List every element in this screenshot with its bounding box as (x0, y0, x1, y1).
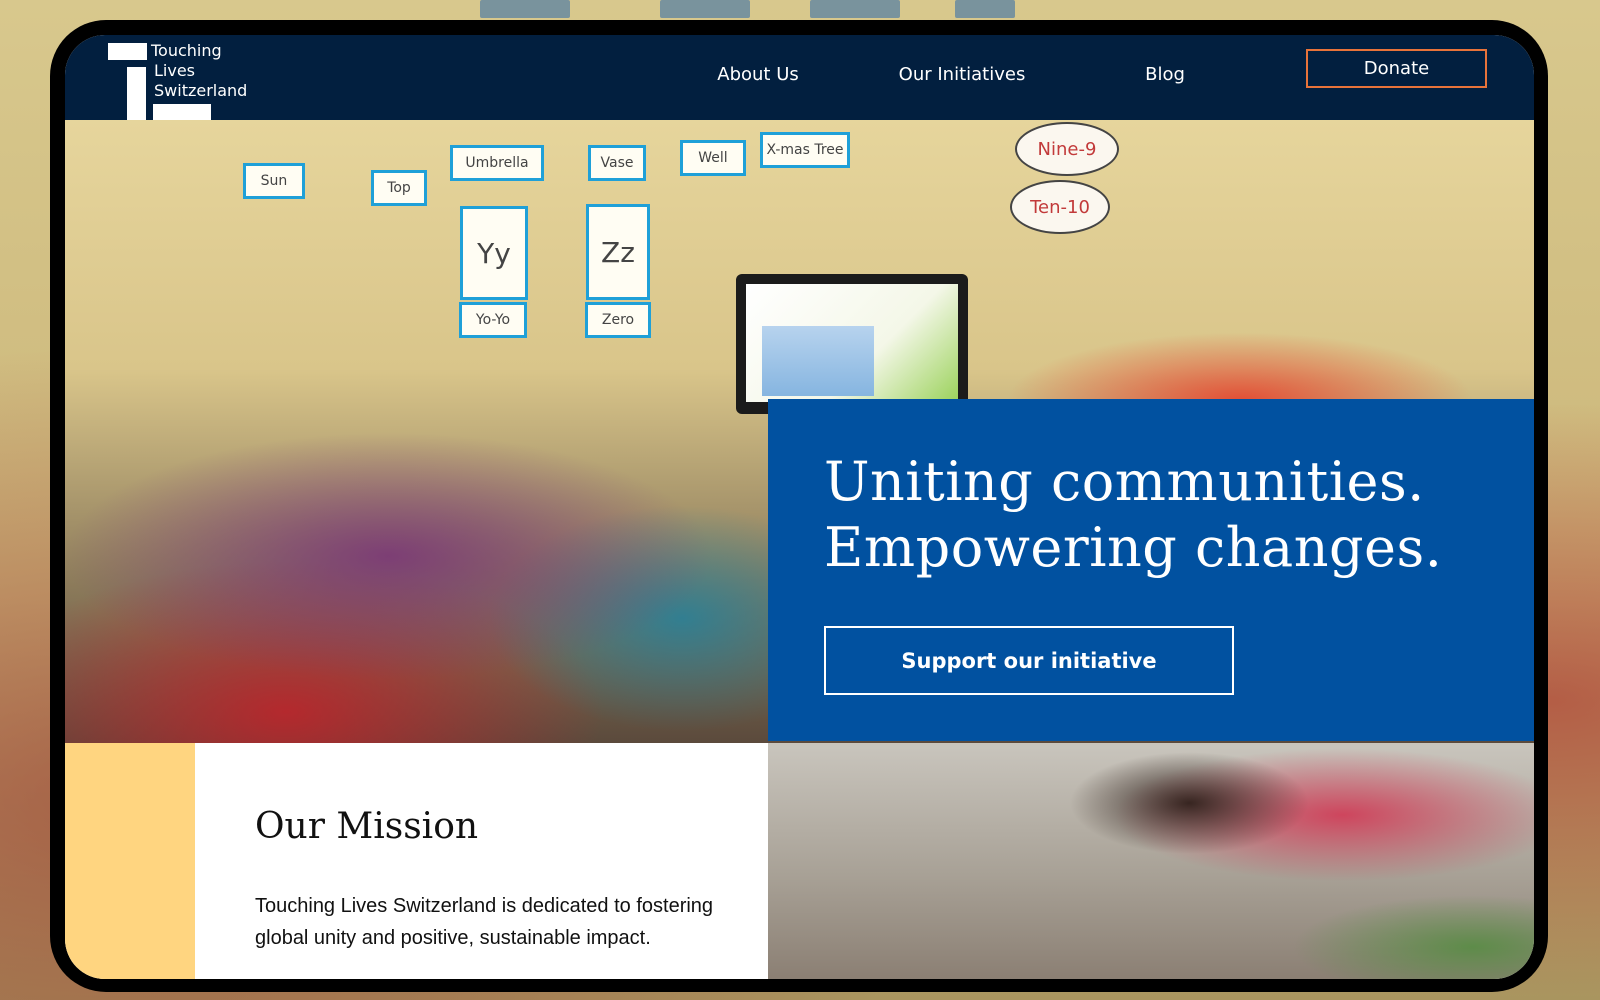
alphabet-card: Yy (460, 206, 528, 300)
background-card (660, 0, 750, 18)
alphabet-card: Top (371, 170, 427, 206)
background-card (955, 0, 1015, 18)
eagle-slide (762, 326, 874, 396)
hero-title: Uniting communities. Empowering changes. (824, 449, 1442, 581)
browser-viewport: Touching Lives Switzerland About Us Our … (65, 35, 1534, 979)
hero-panel: Uniting communities. Empowering changes.… (768, 399, 1534, 741)
nav-our-initiatives[interactable]: Our Initiatives (887, 57, 1037, 93)
background-card (810, 0, 900, 18)
alphabet-card: Sun (243, 163, 305, 199)
background-card (480, 0, 570, 18)
site-header: Touching Lives Switzerland About Us Our … (65, 35, 1534, 120)
logo-mark-bottom (153, 104, 211, 120)
alphabet-card: Vase (588, 145, 646, 181)
hero-title-line-2: Empowering changes. (824, 516, 1443, 579)
laptop-screen (746, 284, 958, 402)
logo-line-3: Switzerland (154, 81, 248, 100)
accent-strip (65, 743, 195, 979)
number-card: Nine-9 (1015, 122, 1119, 176)
mission-section: Our Mission Touching Lives Switzerland i… (195, 743, 768, 979)
mission-photo (768, 743, 1534, 979)
alphabet-card: X-mas Tree (760, 132, 850, 168)
alphabet-card: Yo-Yo (459, 302, 527, 338)
alphabet-card: Zz (586, 204, 650, 300)
alphabet-card: Umbrella (450, 145, 544, 181)
alphabet-card: Well (680, 140, 746, 176)
logo-wordmark: Touching Lives Switzerland (151, 41, 247, 101)
donate-button[interactable]: Donate (1306, 49, 1487, 88)
nav-blog[interactable]: Blog (1130, 57, 1200, 93)
number-card: Ten-10 (1010, 180, 1110, 234)
hero-title-line-1: Uniting communities. (824, 450, 1425, 513)
alphabet-card: Zero (585, 302, 651, 338)
laptop-in-photo (736, 274, 968, 414)
logo-line-2: Lives (154, 61, 196, 80)
site-logo[interactable]: Touching Lives Switzerland (108, 41, 268, 120)
logo-mark-top (108, 43, 147, 60)
mission-text: Touching Lives Switzerland is dedicated … (255, 895, 714, 949)
tablet-frame: Touching Lives Switzerland About Us Our … (50, 20, 1548, 992)
logo-mark-stem (127, 67, 146, 120)
support-initiative-button[interactable]: Support our initiative (824, 626, 1234, 695)
logo-line-1: Touching (151, 41, 222, 60)
mission-title: Our Mission (255, 806, 479, 847)
nav-about-us[interactable]: About Us (703, 57, 813, 93)
